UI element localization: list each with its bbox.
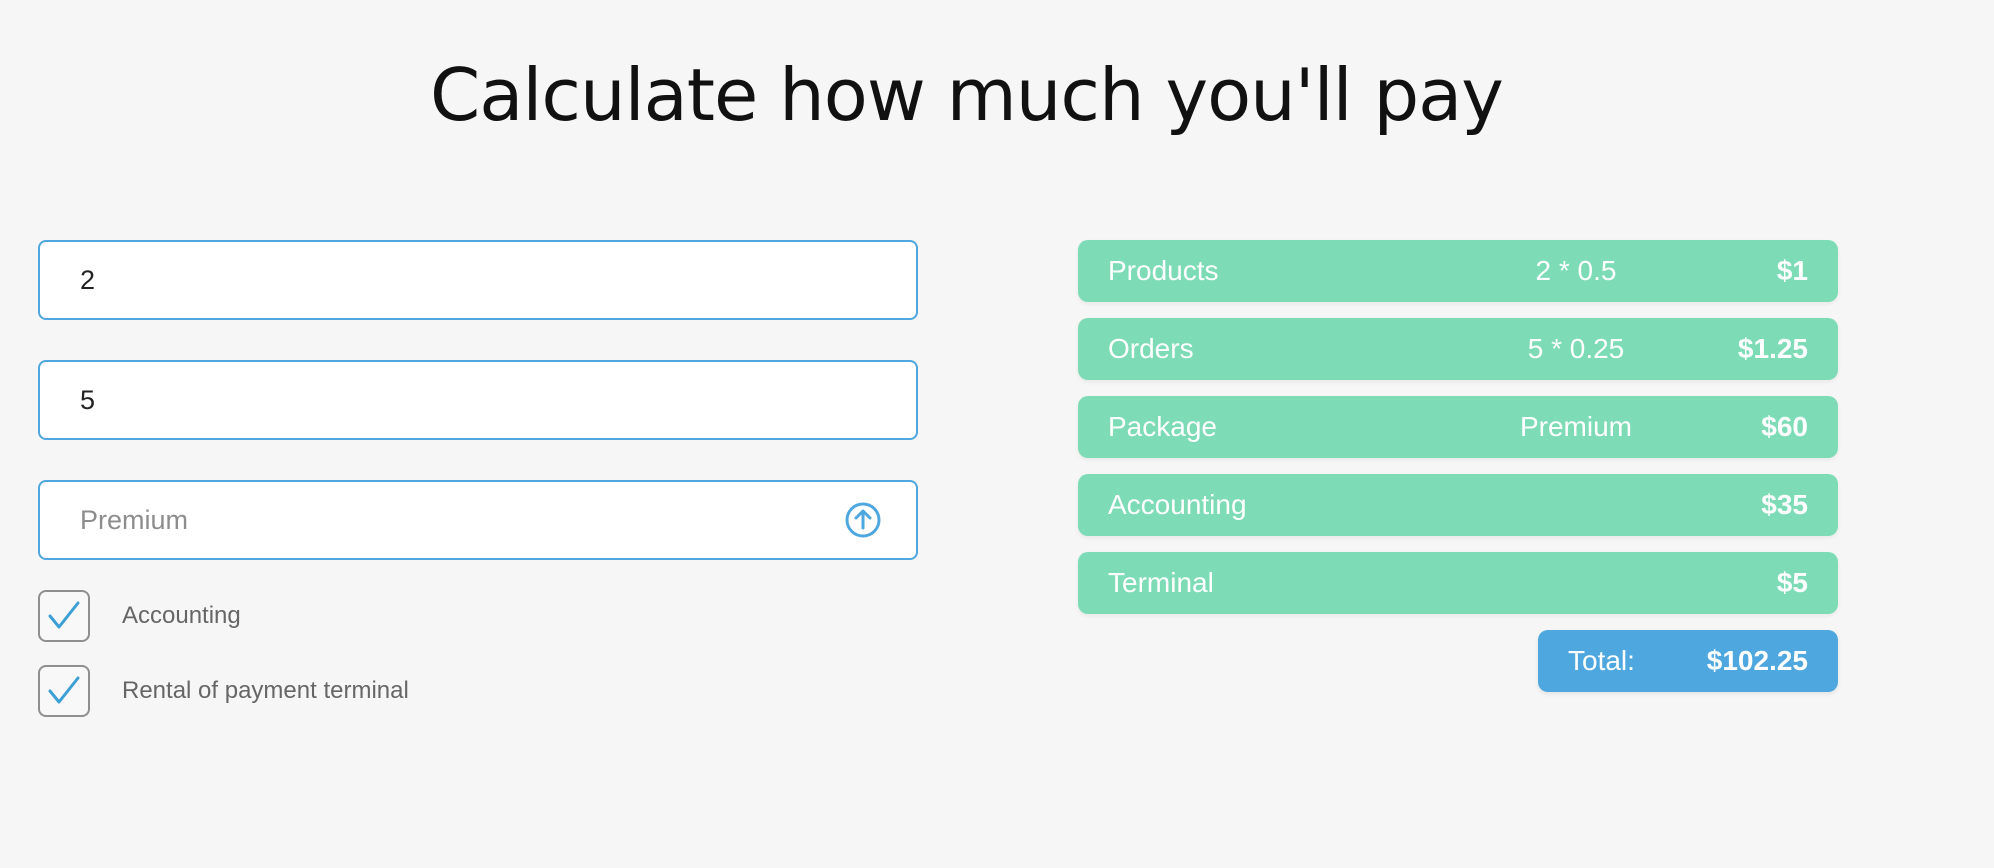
total-box: Total: $102.25	[1538, 630, 1838, 692]
summary-row-price: $1.25	[1737, 333, 1808, 364]
summary-row-terminal: Terminal $5	[1078, 552, 1838, 614]
orders-input[interactable]	[80, 384, 882, 416]
summary-row-price: $60	[1761, 411, 1808, 442]
summary-row-calc: 5 * 0.25	[1527, 333, 1625, 364]
products-input[interactable]	[80, 264, 882, 296]
summary-row-name: Orders	[1108, 333, 1194, 364]
checkmark-icon	[48, 676, 80, 704]
accounting-checkbox[interactable]	[38, 590, 90, 642]
accounting-label: Accounting	[122, 602, 241, 629]
summary-row-calc: 2 * 0.5	[1535, 255, 1617, 286]
summary-row-package: Package Premium $60	[1078, 396, 1838, 458]
arrow-up-circle-icon[interactable]	[844, 501, 882, 539]
summary-row-orders: Orders 5 * 0.25 $1.25	[1078, 318, 1838, 380]
terminal-label: Rental of payment terminal	[122, 677, 409, 704]
total-label: Total:	[1568, 645, 1635, 676]
summary-row-price: $35	[1761, 489, 1808, 520]
page-title: Calculate how much you'll pay	[430, 53, 1504, 137]
summary-row-name: Terminal	[1108, 567, 1214, 598]
package-select[interactable]: Premium	[38, 480, 918, 560]
terminal-checkbox[interactable]	[38, 665, 90, 717]
summary-row-price: $1	[1776, 255, 1808, 286]
checkmark-icon	[48, 601, 80, 629]
terminal-option[interactable]: Rental of payment terminal	[38, 665, 409, 717]
summary-row-products: Products 2 * 0.5 $1	[1078, 240, 1838, 302]
summary-row-calc: Premium	[1519, 411, 1632, 442]
summary-row-name: Products	[1108, 255, 1219, 286]
products-field[interactable]	[38, 240, 918, 320]
summary-row-accounting: Accounting $35	[1078, 474, 1838, 536]
calculator-page: Calculate how much you'll pay Premium Ac…	[0, 0, 1994, 868]
total-value: $102.25	[1706, 645, 1808, 676]
summary-row-name: Accounting	[1108, 489, 1247, 520]
summary-row-name: Package	[1108, 411, 1217, 442]
package-placeholder: Premium	[80, 504, 189, 535]
orders-field[interactable]	[38, 360, 918, 440]
accounting-option[interactable]: Accounting	[38, 590, 241, 642]
summary-row-price: $5	[1776, 567, 1808, 598]
